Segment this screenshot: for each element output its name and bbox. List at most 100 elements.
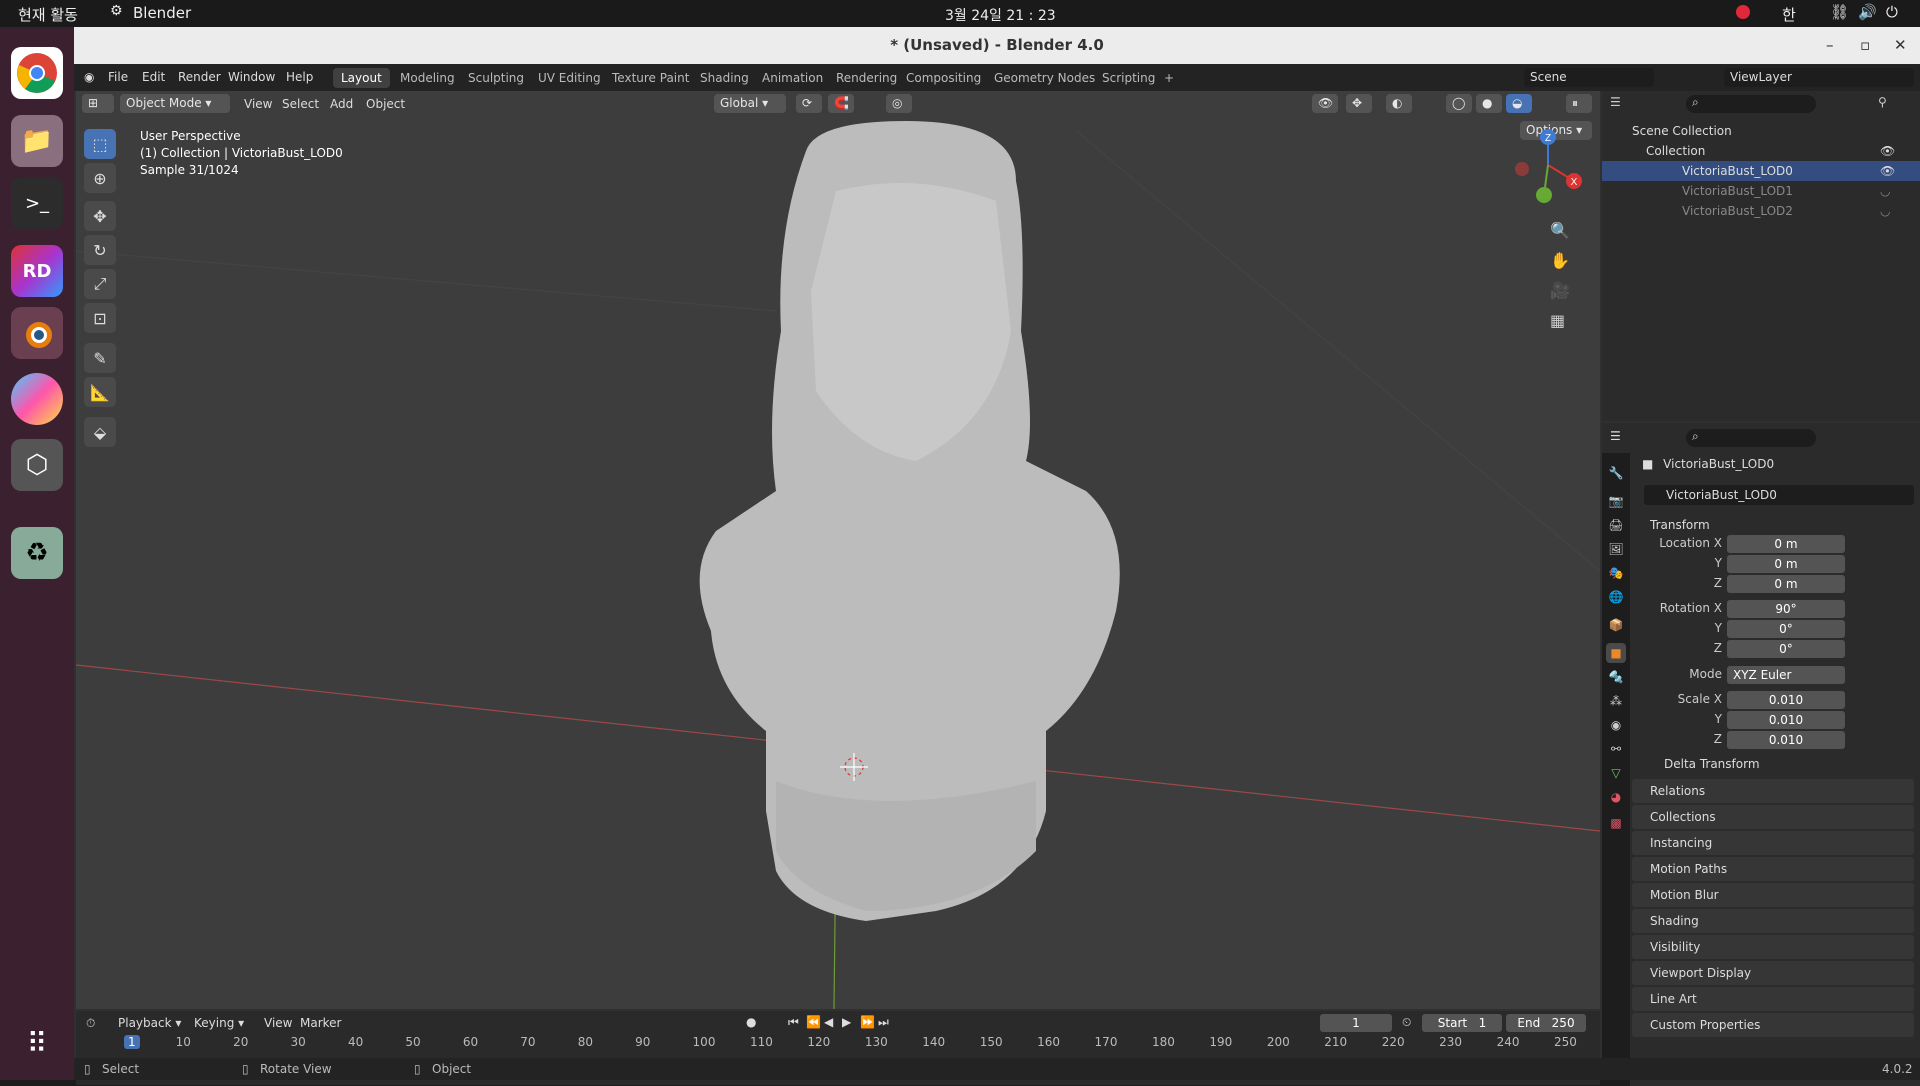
transform-panel[interactable]: Transform <box>1632 513 1914 537</box>
object-tab-icon[interactable]: ■ <box>1606 643 1626 663</box>
location-x-field[interactable]: 0 m <box>1727 535 1845 553</box>
viewport-display-panel[interactable]: Viewport Display <box>1632 961 1914 985</box>
scale-y-field[interactable]: 0.010 <box>1727 711 1845 729</box>
marker-menu[interactable]: Marker <box>300 1016 341 1030</box>
tab-texture-paint[interactable]: Texture Paint <box>604 68 697 88</box>
rotation-x-field[interactable]: 90° <box>1727 600 1845 618</box>
line-art-panel[interactable]: Line Art <box>1632 987 1914 1011</box>
relations-panel[interactable]: Relations <box>1632 779 1914 803</box>
rider-icon[interactable]: RD <box>11 245 63 297</box>
object-hidden-icon[interactable]: ◡ <box>1880 181 1890 201</box>
motion-blur-panel[interactable]: Motion Blur <box>1632 883 1914 907</box>
rotation-y-field[interactable]: 0° <box>1727 620 1845 638</box>
collections-panel[interactable]: Collections <box>1632 805 1914 829</box>
play-reverse-icon[interactable]: ◀ <box>824 1015 833 1029</box>
wireframe-shading-icon[interactable]: ◯ <box>1446 94 1472 113</box>
view-layer-tab-icon[interactable]: 🖼 <box>1606 539 1626 559</box>
properties-search-input[interactable]: ⌕ <box>1686 429 1816 447</box>
activities-button[interactable]: 현재 활동 <box>18 4 78 25</box>
editor-type-icon[interactable]: ⊞ <box>82 94 114 113</box>
rendered-shading-icon[interactable]: ◒ <box>1506 94 1532 113</box>
playback-menu[interactable]: Playback ▾ <box>118 1016 181 1030</box>
menu-edit[interactable]: Edit <box>142 70 165 84</box>
collection-row[interactable]: Collection 👁 <box>1602 141 1920 161</box>
constraints-tab-icon[interactable]: ⚯ <box>1606 739 1626 759</box>
network-icon[interactable]: ⛓ <box>1830 3 1849 21</box>
texture-tab-icon[interactable]: ▩ <box>1606 813 1626 833</box>
collection-tab-icon[interactable]: 📦 <box>1606 615 1626 635</box>
timeline-view-menu[interactable]: View <box>264 1016 292 1030</box>
3d-viewport[interactable]: ⊞ Object Mode ▾ View Select Add Object G… <box>76 91 1600 1009</box>
object-menu[interactable]: Object <box>366 97 405 111</box>
show-apps-icon[interactable]: ⠿ <box>11 1017 63 1069</box>
color-picker-icon[interactable] <box>11 373 63 425</box>
object-eye-icon[interactable]: 👁 <box>1880 161 1895 181</box>
scene-tab-icon[interactable]: 🎭 <box>1606 563 1626 583</box>
scene-collection-row[interactable]: Scene Collection <box>1602 121 1920 141</box>
outliner-item-lod1[interactable]: VictoriaBust_LOD1 ◡ <box>1602 181 1920 201</box>
tool-tab-icon[interactable]: 🔧 <box>1606 463 1626 483</box>
tab-modeling[interactable]: Modeling <box>392 68 463 88</box>
solid-shading-icon[interactable]: ● <box>1476 94 1502 113</box>
add-cube-tool[interactable]: ⬙ <box>84 417 116 447</box>
menu-file[interactable]: File <box>108 70 128 84</box>
output-tab-icon[interactable]: 🖨 <box>1606 515 1626 535</box>
jump-start-icon[interactable]: ⏮ <box>788 1015 799 1030</box>
add-menu[interactable]: Add <box>330 97 353 111</box>
unity-icon[interactable]: ⬡ <box>11 439 63 491</box>
snap-icon[interactable]: 🧲 <box>828 94 854 113</box>
particles-tab-icon[interactable]: ⁂ <box>1606 691 1626 711</box>
gizmo-toggle-icon[interactable]: ✥ <box>1346 94 1372 113</box>
blender-icon[interactable] <box>11 307 63 359</box>
rotate-tool[interactable]: ↻ <box>84 235 116 265</box>
minimize-icon[interactable]: – <box>1826 27 1834 64</box>
select-menu[interactable]: Select <box>282 97 319 111</box>
blender-logo-icon[interactable]: ◉ <box>84 70 94 84</box>
tab-geometry-nodes[interactable]: Geometry Nodes <box>986 68 1103 88</box>
world-tab-icon[interactable]: 🌐 <box>1606 587 1626 607</box>
collection-eye-icon[interactable]: 👁 <box>1880 141 1895 161</box>
object-name-field[interactable]: VictoriaBust_LOD0 <box>1644 485 1914 505</box>
outliner-item-lod0[interactable]: VictoriaBust_LOD0 👁 <box>1602 161 1920 181</box>
navigation-gizmo[interactable]: Z X <box>1508 125 1588 215</box>
rotation-z-field[interactable]: 0° <box>1727 640 1845 658</box>
select-box-tool[interactable]: ⬚ <box>84 129 116 159</box>
tab-shading[interactable]: Shading <box>692 68 757 88</box>
scale-x-field[interactable]: 0.010 <box>1727 691 1845 709</box>
visibility-icon[interactable]: 👁 <box>1312 94 1338 113</box>
orientation-selector[interactable]: Global ▾ <box>714 94 786 113</box>
visibility-panel[interactable]: Visibility <box>1632 935 1914 959</box>
object-hidden-icon[interactable]: ◡ <box>1880 201 1890 221</box>
menu-window[interactable]: Window <box>228 70 275 84</box>
rotation-mode-select[interactable]: XYZ Euler <box>1727 666 1845 684</box>
tab-uv-editing[interactable]: UV Editing <box>530 68 609 88</box>
next-keyframe-icon[interactable]: ⏩ <box>860 1015 875 1029</box>
files-icon[interactable]: 📁 <box>11 115 63 167</box>
add-workspace-button[interactable]: + <box>1156 68 1182 88</box>
do-not-disturb-icon[interactable] <box>1736 5 1750 19</box>
properties-editor-icon[interactable]: ☰ <box>1610 429 1621 443</box>
modifier-tab-icon[interactable]: 🔩 <box>1606 667 1626 687</box>
trash-icon[interactable]: ♻ <box>11 527 63 579</box>
chrome-icon[interactable] <box>11 47 63 99</box>
ortho-toggle-icon[interactable]: ▦ <box>1550 311 1565 330</box>
scale-z-field[interactable]: 0.010 <box>1727 731 1845 749</box>
play-icon[interactable]: ▶ <box>842 1015 851 1029</box>
app-menu[interactable]: Blender <box>133 4 191 22</box>
physics-tab-icon[interactable]: ◉ <box>1606 715 1626 735</box>
jump-end-icon[interactable]: ⏭ <box>878 1015 889 1030</box>
input-method[interactable]: 한 <box>1782 4 1796 25</box>
tab-compositing[interactable]: Compositing <box>898 68 989 88</box>
motion-paths-panel[interactable]: Motion Paths <box>1632 857 1914 881</box>
proportional-edit-icon[interactable]: ◎ <box>886 94 912 113</box>
shading-panel[interactable]: Shading <box>1632 909 1914 933</box>
tab-sculpting[interactable]: Sculpting <box>460 68 532 88</box>
custom-properties-panel[interactable]: Custom Properties <box>1632 1013 1914 1037</box>
close-icon[interactable]: ✕ <box>1894 27 1907 64</box>
measure-tool[interactable]: 📐 <box>84 377 116 407</box>
timeline-editor-icon[interactable]: ⏱ <box>86 1016 95 1031</box>
overlay-toggle-icon[interactable]: ◐ <box>1386 94 1412 113</box>
clock[interactable]: 3월 24일 21 : 23 <box>945 5 1056 25</box>
record-icon[interactable]: ● <box>746 1015 756 1029</box>
tab-rendering[interactable]: Rendering <box>828 68 905 88</box>
